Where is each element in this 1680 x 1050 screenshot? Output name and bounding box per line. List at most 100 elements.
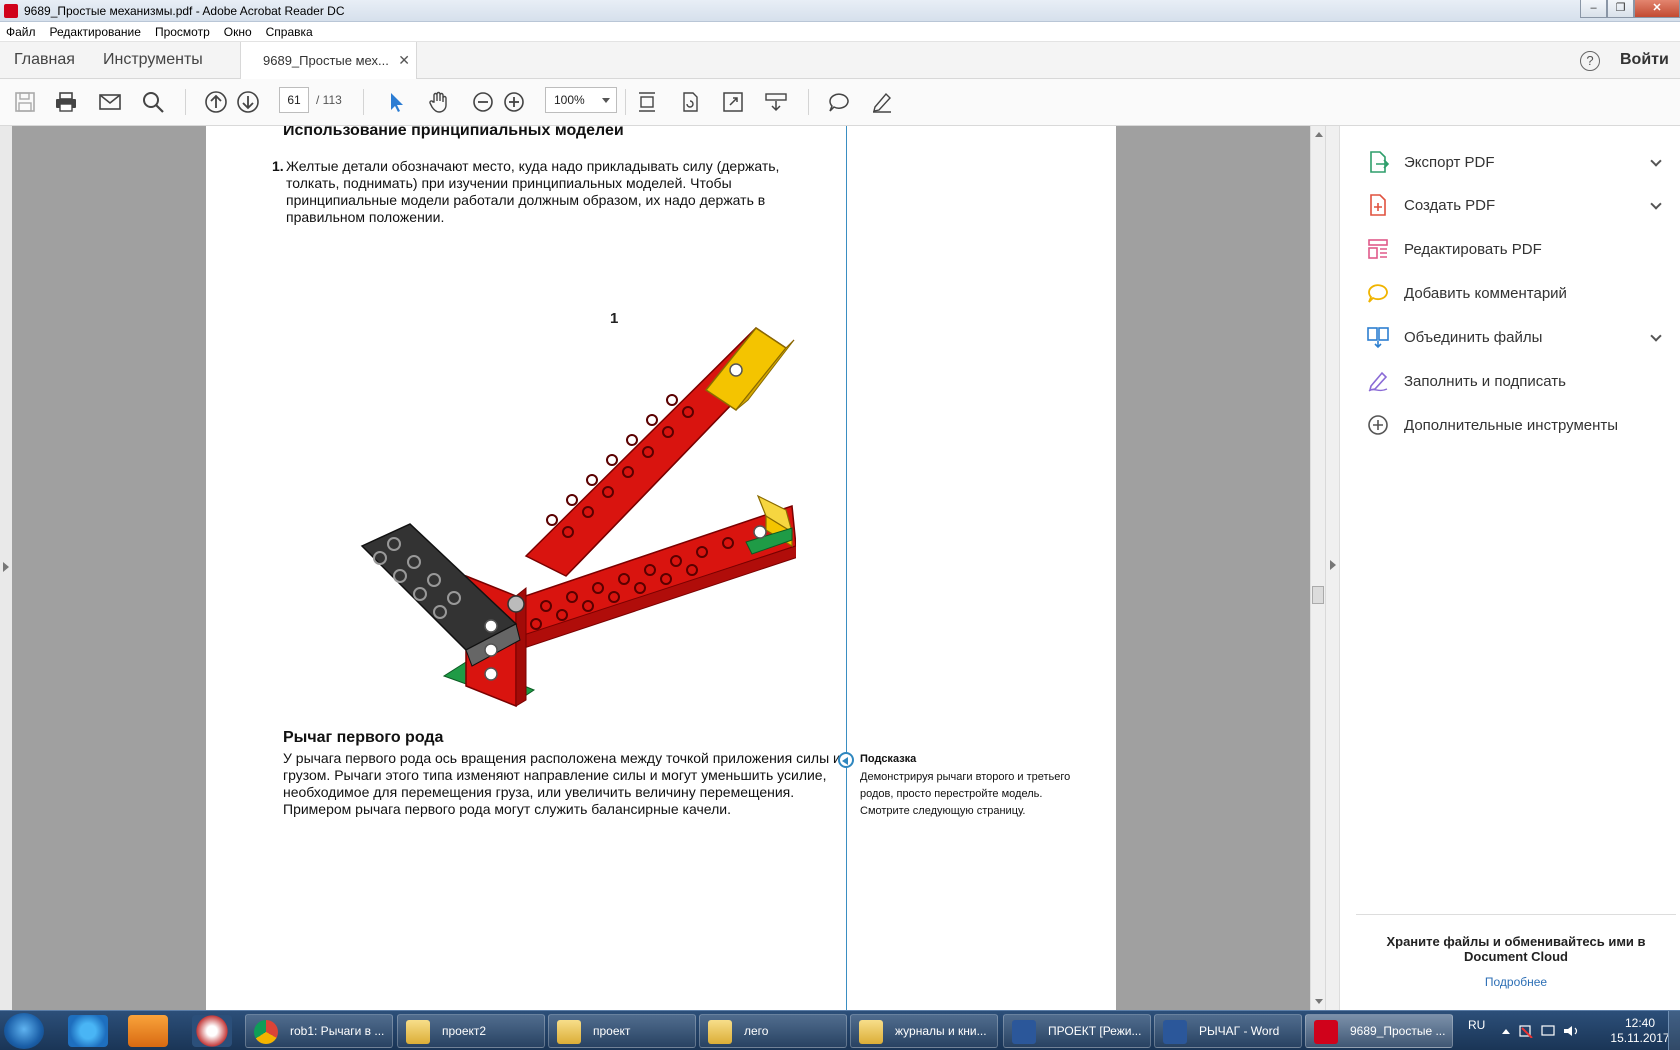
word-icon xyxy=(1012,1020,1036,1044)
tool-edit-pdf-label: Редактировать PDF xyxy=(1404,240,1542,258)
word-icon xyxy=(1163,1020,1187,1044)
task-word-lever[interactable]: РЫЧАГ - Word xyxy=(1154,1014,1302,1048)
create-pdf-icon xyxy=(1370,194,1386,216)
task-label: лего xyxy=(744,1024,769,1038)
print-icon[interactable] xyxy=(53,89,79,115)
tool-add-comment-label: Добавить комментарий xyxy=(1404,284,1567,302)
rotate-icon[interactable] xyxy=(677,89,703,115)
menu-window[interactable]: Окно xyxy=(224,25,252,39)
tool-create-pdf[interactable]: Создать PDF xyxy=(1366,191,1666,219)
close-button[interactable]: ✕ xyxy=(1634,0,1680,18)
tools-pane: Экспорт PDF Создать PDF Редактировать PD… xyxy=(1325,126,1680,1010)
task-word-project[interactable]: ПРОЕКТ [Режи... xyxy=(1003,1014,1151,1048)
list-text: Желтые детали обозначают место, куда над… xyxy=(286,158,780,225)
start-button[interactable] xyxy=(4,1013,44,1049)
folder-icon xyxy=(557,1020,581,1044)
email-icon[interactable] xyxy=(97,89,123,115)
learn-more-link[interactable]: Подробнее xyxy=(1366,975,1666,989)
vertical-scrollbar[interactable] xyxy=(1310,126,1325,1010)
expand-left-icon xyxy=(3,562,9,572)
menu-bar: Файл Редактирование Просмотр Окно Справк… xyxy=(0,22,1680,42)
menu-view[interactable]: Просмотр xyxy=(155,25,210,39)
tab-document[interactable]: 9689_Простые мех... ✕ xyxy=(240,42,417,79)
restore-button[interactable]: ❐ xyxy=(1607,0,1634,18)
menu-edit[interactable]: Редактирование xyxy=(50,25,141,39)
scroll-up-icon[interactable] xyxy=(1315,132,1323,137)
scroll-thumb[interactable] xyxy=(1312,586,1324,604)
fit-page-icon[interactable] xyxy=(634,89,660,115)
sign-icon[interactable] xyxy=(869,89,895,115)
task-label: 9689_Простые ... xyxy=(1350,1024,1446,1038)
task-label: ПРОЕКТ [Режи... xyxy=(1048,1024,1142,1038)
toolbar xyxy=(0,79,1680,126)
app-pinned-icon[interactable] xyxy=(192,1015,232,1047)
more-tools-icon xyxy=(1368,415,1388,435)
login-button[interactable]: Войти xyxy=(1620,51,1669,69)
window-title: 9689_Простые механизмы.pdf - Adobe Acrob… xyxy=(24,3,345,18)
tab-home[interactable]: Главная xyxy=(14,51,75,69)
page-heading: Использование принципиальных моделей xyxy=(283,126,624,139)
hand-tool-icon[interactable] xyxy=(426,89,452,115)
tool-export-pdf-label: Экспорт PDF xyxy=(1404,153,1495,171)
acrobat-icon xyxy=(1314,1020,1338,1044)
export-pdf-icon xyxy=(1370,151,1390,173)
tool-fill-sign[interactable]: Заполнить и подписать xyxy=(1366,367,1666,395)
tool-combine-files[interactable]: Объединить файлы xyxy=(1366,323,1666,351)
tool-create-pdf-label: Создать PDF xyxy=(1404,196,1496,214)
close-tab-icon[interactable]: ✕ xyxy=(398,52,410,69)
edit-pdf-icon xyxy=(1368,239,1388,259)
page-up-icon[interactable] xyxy=(203,89,229,115)
folder-icon xyxy=(406,1020,430,1044)
task-folder-lego[interactable]: лего xyxy=(699,1014,847,1048)
tool-export-pdf[interactable]: Экспорт PDF xyxy=(1366,148,1666,176)
task-folder-project[interactable]: проект xyxy=(548,1014,696,1048)
show-desktop-button[interactable] xyxy=(1668,1011,1680,1050)
chevron-down-icon[interactable] xyxy=(1650,198,1662,210)
search-icon[interactable] xyxy=(140,89,166,115)
tool-more-tools[interactable]: Дополнительные инструменты xyxy=(1366,411,1666,439)
tool-combine-files-label: Объединить файлы xyxy=(1404,328,1543,346)
select-tool-icon[interactable] xyxy=(383,89,409,115)
left-panel-toggle[interactable] xyxy=(0,126,12,1010)
page-number-input[interactable]: 61 xyxy=(279,87,309,113)
chevron-down-icon xyxy=(602,98,610,103)
task-folder-project2[interactable]: проект2 xyxy=(397,1014,545,1048)
scroll-down-icon[interactable] xyxy=(1315,999,1323,1004)
document-viewport[interactable]: Использование принципиальных моделей 1. … xyxy=(0,126,1325,1010)
task-label: РЫЧАГ - Word xyxy=(1199,1024,1280,1038)
task-acrobat[interactable]: 9689_Простые ... xyxy=(1305,1014,1453,1048)
chevron-down-icon[interactable] xyxy=(1650,155,1662,167)
read-mode-icon[interactable] xyxy=(763,89,789,115)
task-chrome[interactable]: rob1: Рычаги в ... xyxy=(245,1014,393,1048)
tool-fill-sign-label: Заполнить и подписать xyxy=(1404,372,1566,390)
task-label: проект2 xyxy=(442,1024,487,1038)
tool-add-comment[interactable]: Добавить комментарий xyxy=(1366,279,1666,307)
task-folder-journals[interactable]: журналы и кни... xyxy=(850,1014,998,1048)
language-indicator[interactable]: RU xyxy=(1468,1018,1485,1032)
document-cloud-promo: Храните файлы и обменивайтесь ими в Docu… xyxy=(1386,934,1646,964)
zoom-in-icon[interactable] xyxy=(501,89,527,115)
tray-icons[interactable] xyxy=(1498,1024,1588,1038)
chrome-icon xyxy=(254,1020,278,1044)
ie-icon[interactable] xyxy=(68,1015,108,1047)
tool-edit-pdf[interactable]: Редактировать PDF xyxy=(1366,235,1666,263)
zoom-select[interactable]: 100% xyxy=(545,87,617,113)
help-icon[interactable]: ? xyxy=(1580,51,1600,71)
tool-more-tools-label: Дополнительные инструменты xyxy=(1404,416,1619,434)
tools-pane-toggle[interactable] xyxy=(1326,126,1340,1010)
panel-divider xyxy=(1356,914,1676,915)
taskbar: rob1: Рычаги в ... проект2 проект лего ж… xyxy=(0,1010,1680,1050)
minimize-button[interactable]: – xyxy=(1580,0,1607,18)
save-icon[interactable] xyxy=(12,89,38,115)
media-player-icon[interactable] xyxy=(128,1015,168,1047)
fullscreen-icon[interactable] xyxy=(720,89,746,115)
chevron-down-icon[interactable] xyxy=(1650,330,1662,342)
menu-help[interactable]: Справка xyxy=(266,25,313,39)
comment-icon[interactable] xyxy=(826,89,852,115)
menu-file[interactable]: Файл xyxy=(6,25,36,39)
tab-tools[interactable]: Инструменты xyxy=(103,51,203,69)
zoom-out-icon[interactable] xyxy=(470,89,496,115)
section-paragraph: У рычага первого рода ось вращения распо… xyxy=(283,750,841,817)
page-down-icon[interactable] xyxy=(235,89,261,115)
task-label: проект xyxy=(593,1024,631,1038)
